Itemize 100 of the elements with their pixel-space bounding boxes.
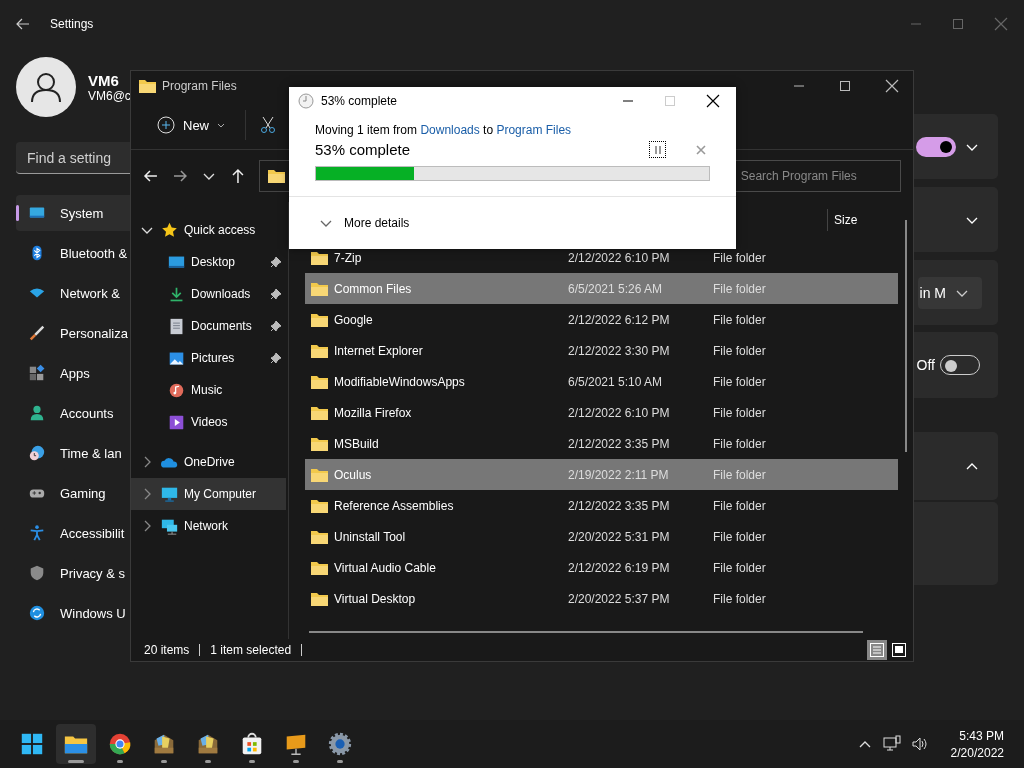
clock-date[interactable]: 2/20/2022 [950,745,1004,760]
scrollbar[interactable] [309,631,863,633]
tree-item[interactable]: OneDrive [131,446,286,478]
folder-icon [311,498,328,513]
folder-icon [311,405,328,420]
folder-icon [311,467,328,482]
folder-icon [139,79,156,93]
file-row[interactable]: Reference Assemblies 2/12/2022 3:35 PM File folder [305,490,898,521]
file-row[interactable]: ModifiableWindowsApps 6/5/2021 5:10 AM File folder [305,366,898,397]
forward-icon[interactable] [171,168,188,184]
accessibility-icon [28,524,46,542]
folder-icon [311,312,328,327]
folder-icon [267,169,285,183]
tree-item[interactable]: Desktop [131,246,288,278]
download-icon [168,285,185,303]
caret-icon [217,121,225,129]
taskbar-button[interactable] [56,724,96,764]
clock-icon [28,444,46,462]
file-row[interactable]: MSBuild 2/12/2022 3:35 PM File folder [305,428,898,459]
file-row[interactable]: Common Files 6/5/2021 5:26 AM File folder [305,273,898,304]
nav-item[interactable]: Privacy & s [16,555,125,591]
progress-message: Moving 1 item from Downloads to Program Files [315,123,573,137]
folder-link[interactable]: Downloads [420,123,480,137]
back-icon[interactable] [16,17,30,31]
up-icon[interactable] [229,168,246,184]
nav-item[interactable]: Network & [16,275,120,311]
tiles-view-button[interactable] [889,640,909,660]
network-icon [161,517,178,535]
file-row[interactable]: Internet Explorer 2/12/2022 3:30 PM File folder [305,335,898,366]
file-row[interactable]: Google 2/12/2022 6:12 PM File folder [305,304,898,335]
close-icon[interactable] [706,94,720,108]
nav-item[interactable]: Time & lan [16,435,122,471]
shield-icon [28,564,46,582]
plus-icon [157,116,175,134]
video-icon [168,413,185,431]
scrollbar[interactable] [905,220,907,452]
user-email: VM6@c [88,88,131,103]
nav-item[interactable]: Windows U [16,595,126,631]
folder-icon [311,250,328,265]
file-row[interactable]: 7-Zip 2/12/2022 6:10 PM File folder [305,242,898,273]
nav-item[interactable]: Bluetooth & [16,235,128,271]
file-row[interactable]: Oculus 2/19/2022 2:11 PM File folder [305,459,898,490]
start-icon [19,731,45,757]
dropdown[interactable]: in M [917,276,982,309]
music-icon [168,381,185,399]
tree-item[interactable]: Quick access [131,214,286,246]
tree-item[interactable]: Videos [131,406,288,438]
column-header[interactable]: Size [827,209,858,231]
back-icon[interactable] [143,168,159,184]
more-details-link[interactable]: More details [344,216,410,230]
file-row[interactable]: Mozilla Firefox 2/12/2022 6:10 PM File folder [305,397,898,428]
tree-item[interactable]: Pictures [131,342,288,374]
folder-icon [311,529,328,544]
folder-icon [311,591,328,606]
nav-item[interactable]: Gaming [16,475,106,511]
close-icon[interactable] [885,79,899,93]
star-icon [161,221,178,239]
network-icon[interactable] [882,735,901,753]
gear-icon [327,731,353,757]
nav-item[interactable]: Accounts [16,395,114,431]
clock-icon [298,93,314,109]
folder-icon [311,281,328,296]
folder-icon [311,436,328,451]
browser-icon [107,731,133,757]
cut-icon[interactable] [260,116,276,134]
file-row[interactable]: Virtual Desktop 2/20/2022 5:37 PM File folder [305,583,898,614]
tree-item[interactable]: My Computer [131,478,286,510]
tree-item[interactable]: Music [131,374,288,406]
volume-icon[interactable] [910,735,929,753]
apps-icon [28,364,46,382]
brush-icon [28,324,46,342]
pause-icon [653,144,662,155]
folder-icon [311,343,328,358]
item-count: 20 items [144,643,190,657]
tree-item[interactable]: Network [131,510,286,542]
toggle-label: Off [916,357,935,373]
file-row[interactable]: Uninstall Tool 2/20/2022 5:31 PM File folder [305,521,898,552]
selection-count: 1 item selected [210,643,292,657]
nav-item[interactable]: Apps [16,355,90,391]
nav-item[interactable]: Personaliza [16,315,128,351]
folder-link[interactable]: Program Files [496,123,572,137]
tree-item[interactable]: Documents [131,310,288,342]
avatar [16,57,76,117]
folder-icon [311,374,328,389]
dialog-title: 53% complete [321,94,398,108]
window-title: Settings [50,17,94,31]
toggle-switch[interactable] [916,136,956,157]
sync-icon [28,604,46,622]
pause-button[interactable] [649,141,666,158]
file-row[interactable]: Virtual Audio Cable 2/12/2022 6:19 PM File folder [305,552,898,583]
folder-icon [311,560,328,575]
nav-item[interactable]: Accessibilit [16,515,125,551]
progress-status: 53% complete [315,141,411,158]
new-button[interactable]: New [151,110,231,140]
tree-item[interactable]: Downloads [131,278,288,310]
maximize-icon[interactable] [839,80,851,92]
user-name: VM6 [88,71,120,89]
clock-time[interactable]: 5:43 PM [959,728,1004,743]
document-icon [168,317,185,335]
monitor-icon [161,485,178,503]
